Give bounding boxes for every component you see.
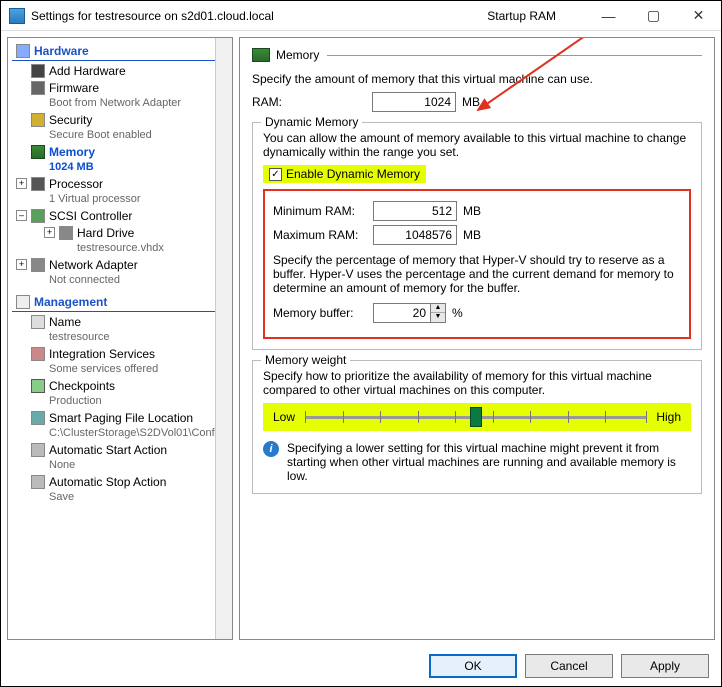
network-icon xyxy=(31,258,45,272)
enable-dynamic-label: Enable Dynamic Memory xyxy=(286,167,420,181)
slider-thumb[interactable] xyxy=(470,407,482,427)
cancel-button[interactable]: Cancel xyxy=(525,654,613,678)
memory-weight-slider[interactable] xyxy=(305,407,646,427)
dynamic-memory-legend: Dynamic Memory xyxy=(261,115,362,129)
max-ram-label: Maximum RAM: xyxy=(273,228,373,242)
min-ram-input[interactable] xyxy=(373,201,457,221)
checkpoints-icon xyxy=(31,379,45,393)
dynamic-memory-group: Dynamic Memory You can allow the amount … xyxy=(252,122,702,350)
weight-info-text: Specifying a lower setting for this virt… xyxy=(287,441,691,483)
minimize-button[interactable]: — xyxy=(586,1,631,30)
pane-header: Memory xyxy=(252,48,702,62)
ram-label: RAM: xyxy=(252,95,372,109)
expand-processor[interactable]: + xyxy=(16,178,27,189)
nav-processor[interactable]: + Processor1 Virtual processor xyxy=(10,176,214,208)
pane-title: Memory xyxy=(276,48,319,62)
enable-dynamic-checkbox[interactable]: ✓ xyxy=(269,168,282,181)
auto-start-icon xyxy=(31,443,45,457)
buffer-spinner[interactable]: ▲▼ xyxy=(373,303,446,323)
buffer-up[interactable]: ▲ xyxy=(431,304,445,313)
memory-weight-slider-wrap: Low High xyxy=(263,403,691,431)
dialog-buttons: OK Cancel Apply xyxy=(1,646,721,686)
expand-network[interactable]: + xyxy=(16,259,27,270)
annotation-label: Startup RAM xyxy=(487,9,556,23)
dynamic-memory-highlight: Minimum RAM: MB Maximum RAM: MB Specify … xyxy=(263,189,691,339)
hard-drive-icon xyxy=(59,226,73,240)
nav-auto-stop[interactable]: Automatic Stop ActionSave xyxy=(10,474,214,506)
ram-input[interactable] xyxy=(372,92,456,112)
expand-hard-drive[interactable]: + xyxy=(44,227,55,238)
buffer-desc: Specify the percentage of memory that Hy… xyxy=(273,253,681,295)
nav-firmware[interactable]: FirmwareBoot from Network Adapter xyxy=(10,80,214,112)
buffer-input[interactable] xyxy=(374,304,430,322)
nav-scsi[interactable]: – SCSI Controller xyxy=(10,208,214,225)
collapse-scsi[interactable]: – xyxy=(16,210,27,221)
processor-icon xyxy=(31,177,45,191)
min-ram-label: Minimum RAM: xyxy=(273,204,373,218)
memory-weight-group: Memory weight Specify how to prioritize … xyxy=(252,360,702,494)
settings-tree[interactable]: Hardware Add Hardware FirmwareBoot from … xyxy=(7,37,233,640)
slider-low-label: Low xyxy=(273,410,295,424)
window-title: Settings for testresource on s2d01.cloud… xyxy=(31,9,274,23)
smart-paging-icon xyxy=(31,411,45,425)
slider-high-label: High xyxy=(656,410,681,424)
titlebar: Settings for testresource on s2d01.cloud… xyxy=(1,1,721,31)
security-icon xyxy=(31,113,45,127)
memory-icon xyxy=(31,145,45,159)
memory-weight-desc: Specify how to prioritize the availabili… xyxy=(263,369,691,397)
settings-window: Settings for testresource on s2d01.cloud… xyxy=(0,0,722,687)
nav-memory[interactable]: Memory1024 MB xyxy=(10,144,214,176)
hardware-icon xyxy=(16,44,30,58)
nav-smart-paging[interactable]: Smart Paging File LocationC:\ClusterStor… xyxy=(10,410,214,442)
buffer-label: Memory buffer: xyxy=(273,306,373,320)
nav-auto-start[interactable]: Automatic Start ActionNone xyxy=(10,442,214,474)
maximize-button[interactable]: ▢ xyxy=(631,1,676,30)
management-icon xyxy=(16,295,30,309)
ram-unit: MB xyxy=(462,95,480,109)
info-icon: i xyxy=(263,441,279,457)
add-hardware-icon xyxy=(31,64,45,78)
nav-hard-drive[interactable]: + Hard Drivetestresource.vhdx xyxy=(10,225,214,257)
max-ram-input[interactable] xyxy=(373,225,457,245)
apply-button[interactable]: Apply xyxy=(621,654,709,678)
integration-icon xyxy=(31,347,45,361)
nav-add-hardware[interactable]: Add Hardware xyxy=(10,63,214,80)
name-icon xyxy=(31,315,45,329)
memory-pane: Memory Specify the amount of memory that… xyxy=(239,37,715,640)
hardware-header: Hardware xyxy=(12,42,216,61)
firmware-icon xyxy=(31,81,45,95)
memory-header-icon xyxy=(252,48,270,62)
auto-stop-icon xyxy=(31,475,45,489)
dynamic-memory-desc: You can allow the amount of memory avail… xyxy=(263,131,691,159)
ok-button[interactable]: OK xyxy=(429,654,517,678)
nav-name[interactable]: Nametestresource xyxy=(10,314,214,346)
enable-dynamic-memory[interactable]: ✓ Enable Dynamic Memory xyxy=(263,165,426,183)
nav-network-adapter[interactable]: + Network AdapterNot connected xyxy=(10,257,214,289)
nav-integration[interactable]: Integration ServicesSome services offere… xyxy=(10,346,214,378)
nav-security[interactable]: SecuritySecure Boot enabled xyxy=(10,112,214,144)
app-icon xyxy=(9,8,25,24)
management-header: Management xyxy=(12,293,216,312)
close-button[interactable]: ✕ xyxy=(676,1,721,30)
memory-weight-legend: Memory weight xyxy=(261,353,350,367)
scsi-icon xyxy=(31,209,45,223)
memory-intro: Specify the amount of memory that this v… xyxy=(252,72,702,86)
buffer-down[interactable]: ▼ xyxy=(431,313,445,322)
nav-checkpoints[interactable]: CheckpointsProduction xyxy=(10,378,214,410)
